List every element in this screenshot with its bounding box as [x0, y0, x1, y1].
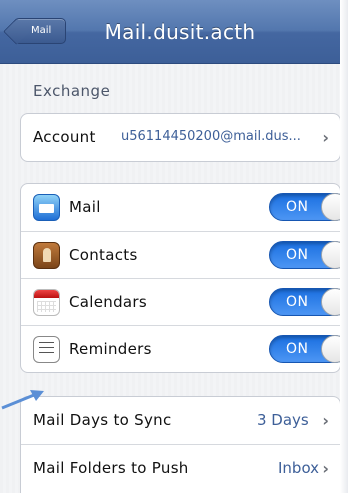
toggle-knob: [321, 335, 340, 363]
mail-folders-to-push-value: Inbox: [278, 459, 320, 477]
account-label: Account: [33, 128, 96, 146]
mail-days-to-sync-label: Mail Days to Sync: [33, 411, 172, 429]
contacts-toggle[interactable]: ON: [269, 241, 340, 269]
page-title: Mail.dusit.acth: [104, 20, 256, 44]
toggle-state-reminders: ON: [286, 341, 309, 357]
toggle-state-mail: ON: [286, 199, 309, 215]
toggle-row-reminders: Reminders ON: [21, 325, 340, 372]
toggle-row-contacts: Contacts ON: [21, 231, 340, 278]
chevron-right-icon: ›: [322, 411, 329, 430]
toggle-knob: [321, 193, 340, 221]
section-header: Exchange: [33, 82, 111, 100]
toggle-label-contacts: Contacts: [69, 246, 138, 264]
mail-folders-to-push-label: Mail Folders to Push: [33, 459, 189, 477]
account-value: u56114450200@mail.dus...: [121, 129, 301, 144]
reminders-toggle[interactable]: ON: [269, 335, 340, 363]
mail-days-to-sync-value: 3 Days: [257, 411, 309, 429]
mail-icon: [33, 194, 60, 221]
toggle-label-reminders: Reminders: [69, 340, 152, 358]
toggle-row-mail: Mail ON: [21, 184, 340, 231]
toggle-knob: [321, 241, 340, 269]
calendar-icon: [33, 289, 60, 316]
mail-folders-to-push-cell[interactable]: Mail Folders to Push Inbox ›: [21, 444, 340, 491]
sync-services-group: Mail ON Contacts ON Calendars ON Reminde…: [20, 183, 341, 373]
mail-days-to-sync-cell[interactable]: Mail Days to Sync 3 Days ›: [21, 397, 340, 444]
mail-toggle[interactable]: ON: [269, 193, 340, 221]
chevron-right-icon: ›: [322, 128, 329, 147]
settings-screen: Mail Mail.dusit.acth Exchange Account u5…: [0, 0, 348, 493]
account-group: Account u56114450200@mail.dus... ›: [20, 113, 341, 162]
toggle-label-calendars: Calendars: [69, 293, 147, 311]
calendars-toggle[interactable]: ON: [269, 288, 340, 316]
reminders-icon: [33, 336, 60, 363]
toggle-label-mail: Mail: [69, 198, 101, 216]
account-cell[interactable]: Account u56114450200@mail.dus... ›: [21, 114, 340, 161]
toggle-state-calendars: ON: [286, 294, 309, 310]
annotation-arrow-icon: [1, 390, 44, 410]
contacts-icon: [33, 242, 60, 269]
mail-sync-group: Mail Days to Sync 3 Days › Mail Folders …: [20, 396, 341, 493]
toggle-state-contacts: ON: [286, 247, 309, 263]
right-edge: [340, 0, 348, 493]
chevron-right-icon: ›: [322, 459, 329, 478]
toggle-row-calendars: Calendars ON: [21, 278, 340, 325]
navigation-bar: Mail Mail.dusit.acth: [0, 0, 340, 64]
toggle-knob: [321, 288, 340, 316]
